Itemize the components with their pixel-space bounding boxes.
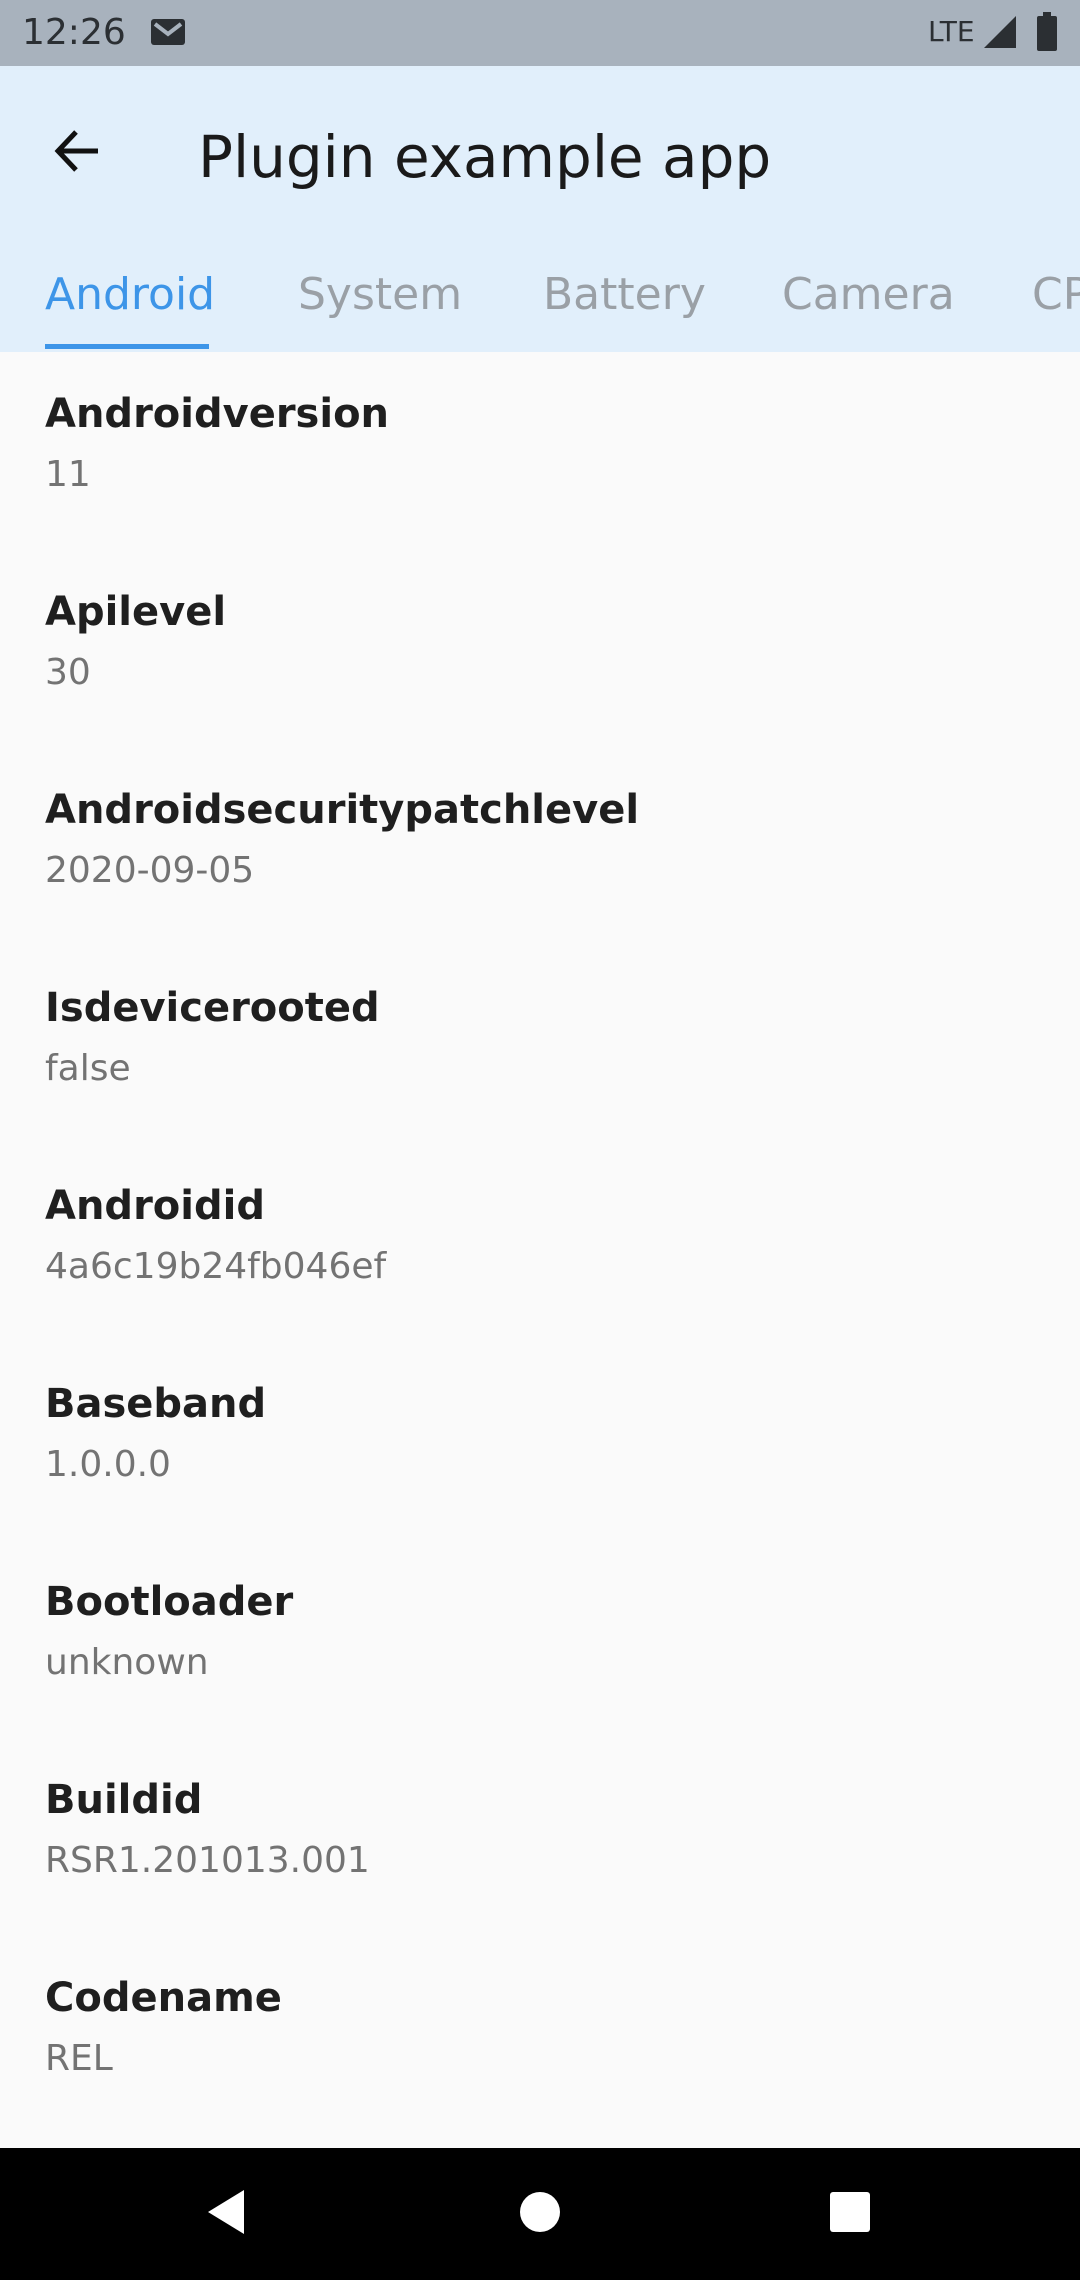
item-title: Bootloader — [45, 1579, 294, 1625]
list-item: Apilevel 30 — [0, 550, 1080, 748]
back-button[interactable] — [32, 108, 122, 198]
back-triangle-icon — [204, 2188, 248, 2241]
tab-camera[interactable]: Camera — [782, 238, 955, 352]
item-value: 1.0.0.0 — [45, 1444, 171, 1485]
navigation-bar — [0, 2148, 1080, 2280]
home-circle-icon — [518, 2190, 562, 2239]
item-title: Androidsecuritypatchlevel — [45, 787, 640, 833]
page-title: Plugin example app — [198, 123, 772, 191]
item-value: REL — [45, 2038, 113, 2079]
recents-square-icon — [828, 2190, 872, 2239]
item-value: 2020-09-05 — [45, 850, 255, 891]
list-item: Baseband 1.0.0.0 — [0, 1342, 1080, 1540]
item-title: Isdevicerooted — [45, 985, 380, 1031]
tab-bar: Android System Battery Camera CPU — [0, 238, 1080, 352]
status-time: 12:26 — [22, 12, 126, 53]
item-value: 11 — [45, 454, 91, 495]
battery-icon — [1036, 12, 1058, 52]
list-item: Isdevicerooted false — [0, 946, 1080, 1144]
tab-android[interactable]: Android — [45, 238, 215, 352]
item-title: Androidversion — [45, 391, 390, 437]
item-title: Buildid — [45, 1777, 203, 1823]
arrow-back-icon — [52, 126, 102, 181]
list-item: Codename REL — [0, 1936, 1080, 2134]
item-title: Baseband — [45, 1381, 267, 1427]
list-item: Androidid 4a6c19b24fb046ef — [0, 1144, 1080, 1342]
nav-recents-button[interactable] — [810, 2174, 890, 2254]
item-title: Apilevel — [45, 589, 227, 635]
list-item: Buildid RSR1.201013.001 — [0, 1738, 1080, 1936]
nav-home-button[interactable] — [500, 2174, 580, 2254]
item-value: unknown — [45, 1642, 209, 1683]
tab-indicator — [45, 344, 209, 349]
list-item: Androidsecuritypatchlevel 2020-09-05 — [0, 748, 1080, 946]
network-type: LTE — [928, 15, 975, 48]
item-value: 30 — [45, 652, 91, 693]
tab-system[interactable]: System — [298, 238, 462, 352]
item-value: RSR1.201013.001 — [45, 1840, 370, 1881]
signal-icon — [982, 14, 1018, 50]
tab-battery[interactable]: Battery — [543, 238, 706, 352]
item-title: Codename — [45, 1975, 282, 2021]
item-title: Androidid — [45, 1183, 265, 1229]
app-bar: Plugin example app Android System Batter… — [0, 66, 1080, 352]
list-item: Androidversion 11 — [0, 352, 1080, 550]
status-bar: 12:26 LTE — [0, 0, 1080, 66]
gmail-icon — [150, 18, 186, 46]
list-item: Bootloader unknown — [0, 1540, 1080, 1738]
item-value: 4a6c19b24fb046ef — [45, 1246, 387, 1287]
item-value: false — [45, 1048, 131, 1089]
nav-back-button[interactable] — [186, 2174, 266, 2254]
tab-cpu[interactable]: CPU — [1032, 238, 1080, 352]
